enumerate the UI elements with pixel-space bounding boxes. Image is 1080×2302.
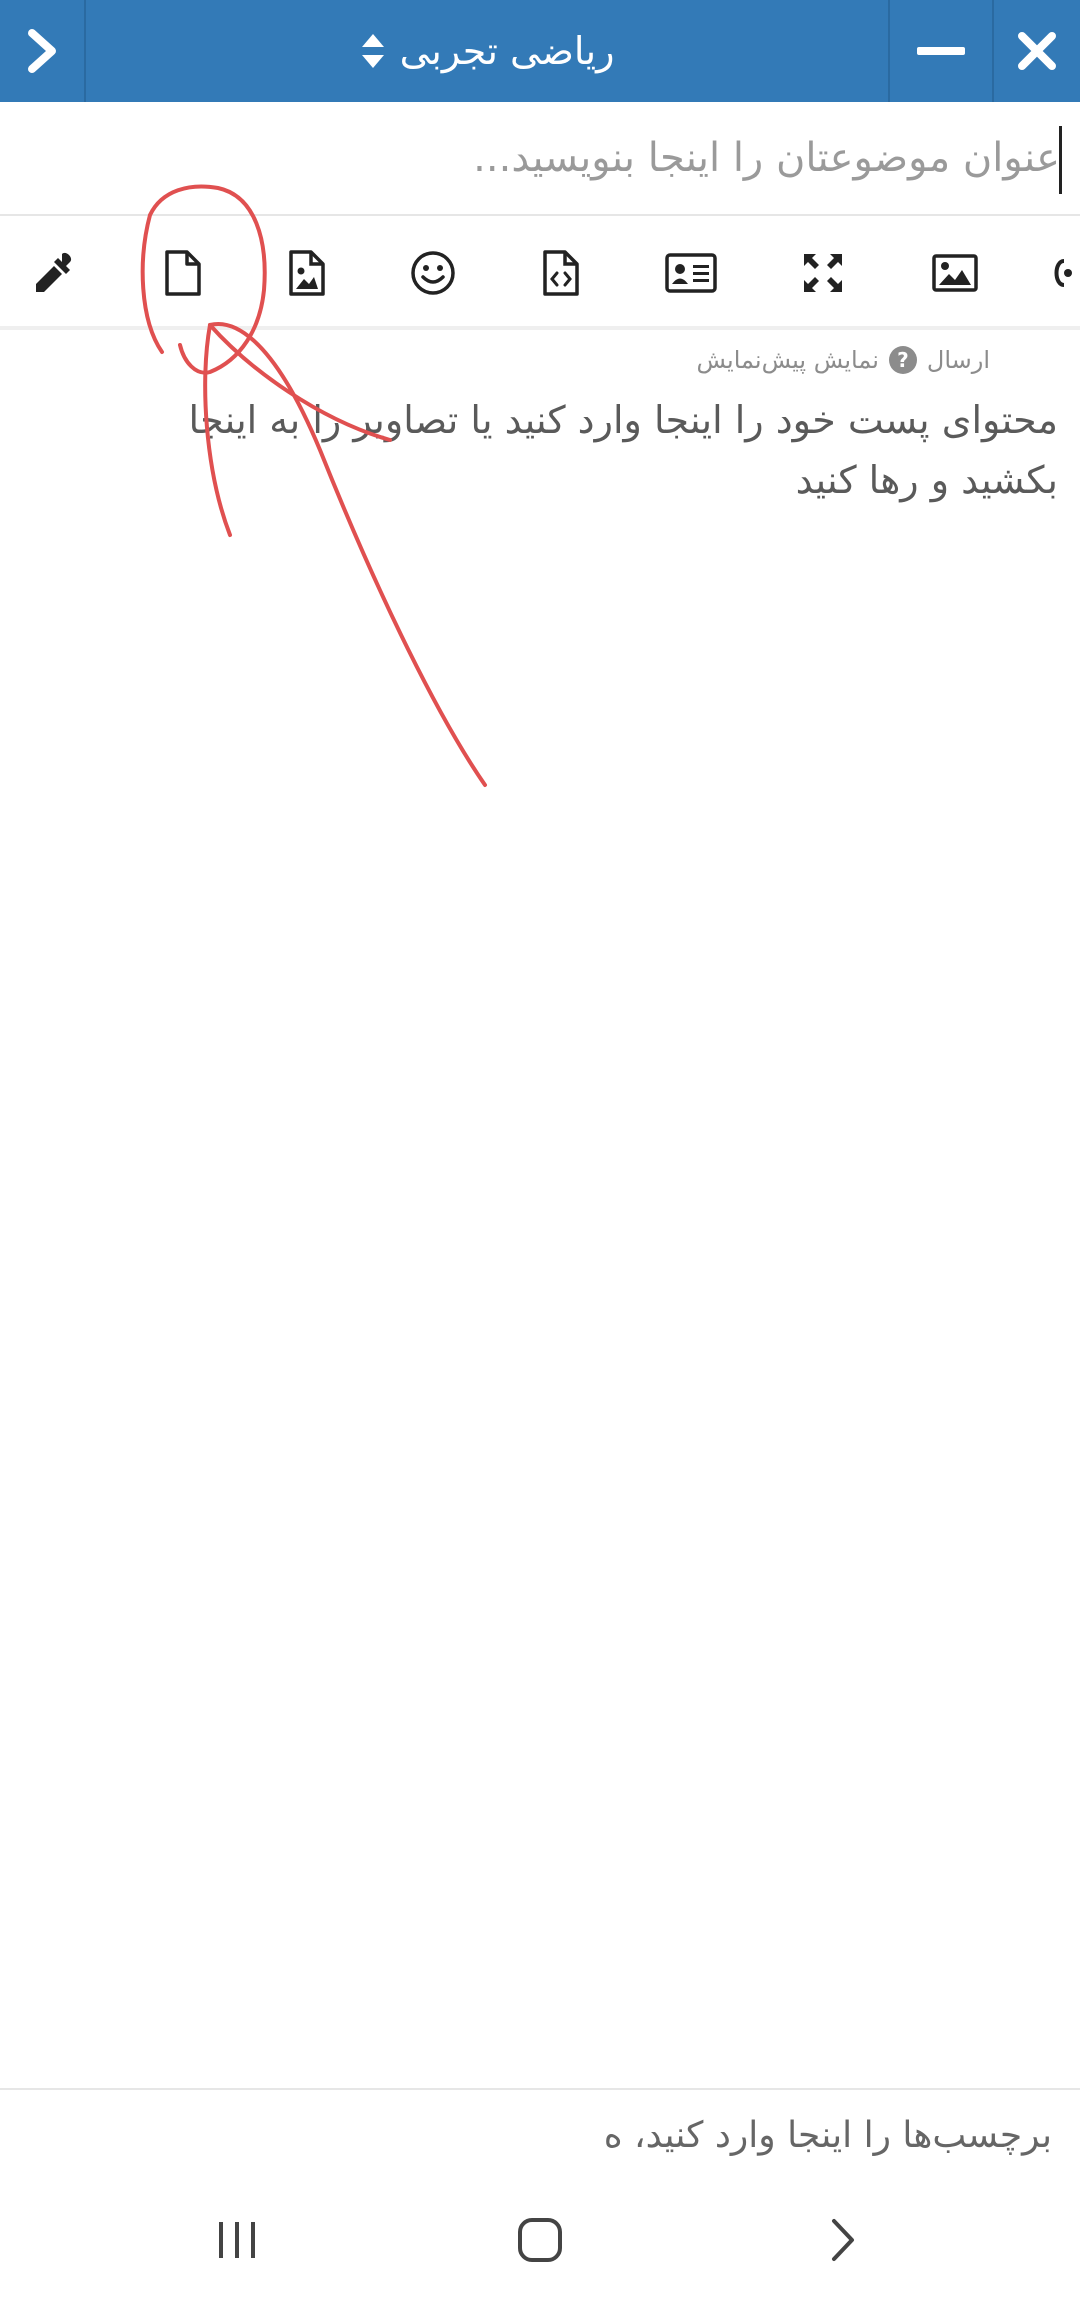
minimize-button[interactable] [888,0,992,102]
back-button[interactable] [788,2200,898,2280]
collapse-button[interactable] [0,0,86,102]
fullscreen-button[interactable] [786,236,860,310]
contact-card-button[interactable] [654,236,728,310]
editor-placeholder: محتوای پست خود را اینجا وارد کنید یا تصا… [188,398,1058,502]
editor-toolbar [0,216,1080,330]
help-icon[interactable]: ? [888,346,917,374]
back-icon [832,2219,854,2261]
color-picker-icon [36,252,72,292]
category-selector[interactable]: ریاضی تجربی [86,0,888,102]
text-cursor [1059,126,1062,194]
image-file-icon [289,250,325,296]
code-file-icon [543,250,579,296]
category-title: ریاضی تجربی [399,29,615,73]
home-button[interactable] [485,2200,595,2280]
code-file-button[interactable] [524,236,598,310]
fullscreen-icon [804,254,842,292]
chevron-right-icon [28,29,56,73]
minus-icon [917,47,965,55]
file-icon [165,250,201,296]
emoji-icon [411,251,455,295]
overflow-icon [1054,259,1072,287]
topic-title-input[interactable] [0,102,1062,214]
recent-apps-button[interactable] [182,2200,292,2280]
recent-apps-icon [219,2222,255,2258]
submit-label[interactable]: ارسال [927,346,990,374]
preview-toggle[interactable]: نمایش پیش‌نمایش [696,346,878,374]
sort-arrows-icon [361,34,384,68]
close-button[interactable] [992,0,1080,102]
color-picker-button[interactable] [18,236,92,310]
post-content-editor[interactable]: محتوای پست خود را اینجا وارد کنید یا تصا… [120,390,1058,2090]
image-file-button[interactable] [270,236,344,310]
tags-input[interactable] [0,2090,1052,2180]
emoji-button[interactable] [396,236,470,310]
close-icon [1018,32,1056,70]
home-icon [518,2218,562,2262]
topic-title-row [0,102,1080,216]
contact-card-icon [665,253,717,293]
preview-row: ارسال ? نمایش پیش‌نمایش [696,346,990,374]
top-bar: ریاضی تجربی [0,0,1080,102]
system-navigation-bar [0,2180,1080,2302]
picture-icon [932,254,978,292]
file-button[interactable] [146,236,220,310]
tags-row [0,2088,1080,2180]
overflow-button[interactable] [1050,236,1080,310]
picture-button[interactable] [918,236,992,310]
